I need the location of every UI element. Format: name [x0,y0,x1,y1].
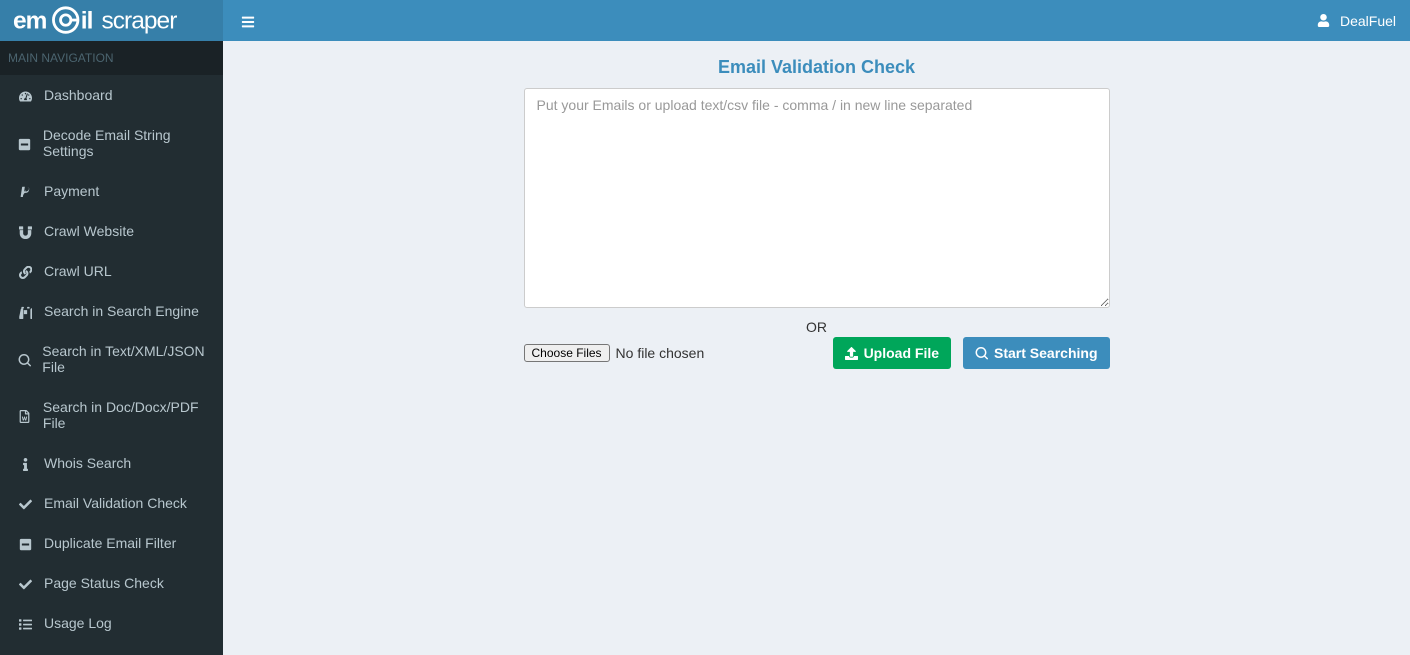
sidebar-item-dashboard[interactable]: Dashboard [0,75,223,115]
brand-logo[interactable]: em il scraper [0,0,223,41]
sidebar-item-label: Crawl URL [44,263,112,279]
or-separator: OR [524,319,1110,335]
sidebar-item-label: Duplicate Email Filter [44,535,176,551]
sidebar-item-search-text[interactable]: Search in Text/XML/JSON File [0,331,223,387]
user-icon [1317,14,1330,27]
sidebar-item-label: Decode Email String Settings [43,127,215,159]
file-status-label: No file chosen [616,345,705,361]
content-area: Email Validation Check OR Choose Files N… [223,41,1410,655]
info-icon [15,455,35,470]
sidebar-item-crawl-website[interactable]: Crawl Website [0,211,223,251]
sidebar-item-label: Payment [44,183,99,199]
upload-icon [845,347,858,360]
sidebar: em il scraper MAIN NAVIGATION DashboardD… [0,0,223,655]
sidebar-item-label: Usage Log [44,615,112,631]
paypal-icon [15,183,35,198]
sidebar-toggle[interactable] [237,8,259,32]
sidebar-item-label: Page Status Check [44,575,164,591]
bars-icon [241,15,255,29]
sidebar-item-label: Search in Search Engine [44,303,199,319]
sidebar-item-label: Dashboard [44,87,113,103]
choose-files-button[interactable]: Choose Files [524,344,610,362]
topbar: DealFuel [223,0,1410,41]
dashboard-icon [15,87,35,102]
page-title: Email Validation Check [718,57,915,78]
sidebar-item-crawl-url[interactable]: Crawl URL [0,251,223,291]
nav-section-header: MAIN NAVIGATION [0,41,223,75]
search-icon [15,351,33,366]
upload-file-button[interactable]: Upload File [833,337,951,369]
check-icon [15,495,35,510]
svg-text:scraper: scraper [101,7,177,34]
start-button-label: Start Searching [994,345,1097,361]
search-icon [975,347,988,360]
svg-text:em: em [13,7,47,34]
magnet-icon [15,223,35,238]
file-input-group: Choose Files No file chosen [524,344,705,362]
file-word-icon [15,407,34,422]
user-menu[interactable]: DealFuel [1317,13,1396,29]
sidebar-item-page-status[interactable]: Page Status Check [0,563,223,603]
sidebar-item-duplicate-filter[interactable]: Duplicate Email Filter [0,523,223,563]
sidebar-item-decode-email[interactable]: Decode Email String Settings [0,115,223,171]
link-icon [15,263,35,278]
list-icon [15,615,35,630]
username-label: DealFuel [1340,13,1396,29]
sidebar-item-search-engine[interactable]: Search in Search Engine [0,291,223,331]
check-icon [15,575,35,590]
upload-button-label: Upload File [864,345,939,361]
sidebar-item-search-doc[interactable]: Search in Doc/Docx/PDF File [0,387,223,443]
sidebar-item-label: Crawl Website [44,223,134,239]
minus-square-icon [15,535,35,550]
sidebar-item-label: Whois Search [44,455,131,471]
sidebar-item-label: Search in Doc/Docx/PDF File [43,399,215,431]
sidebar-item-whois[interactable]: Whois Search [0,443,223,483]
emails-textarea[interactable] [524,88,1110,308]
sidebar-item-label: Email Validation Check [44,495,187,511]
sidebar-item-payment[interactable]: Payment [0,171,223,211]
sidebar-item-label: Search in Text/XML/JSON File [42,343,215,375]
minus-square-icon [15,135,34,150]
start-searching-button[interactable]: Start Searching [963,337,1109,369]
binoculars-icon [15,303,35,318]
sidebar-item-email-validation[interactable]: Email Validation Check [0,483,223,523]
svg-text:il: il [80,7,92,34]
sidebar-item-usage-log[interactable]: Usage Log [0,603,223,643]
nav-list: Dashboard Decode Email String Settings Pay… [0,75,223,643]
